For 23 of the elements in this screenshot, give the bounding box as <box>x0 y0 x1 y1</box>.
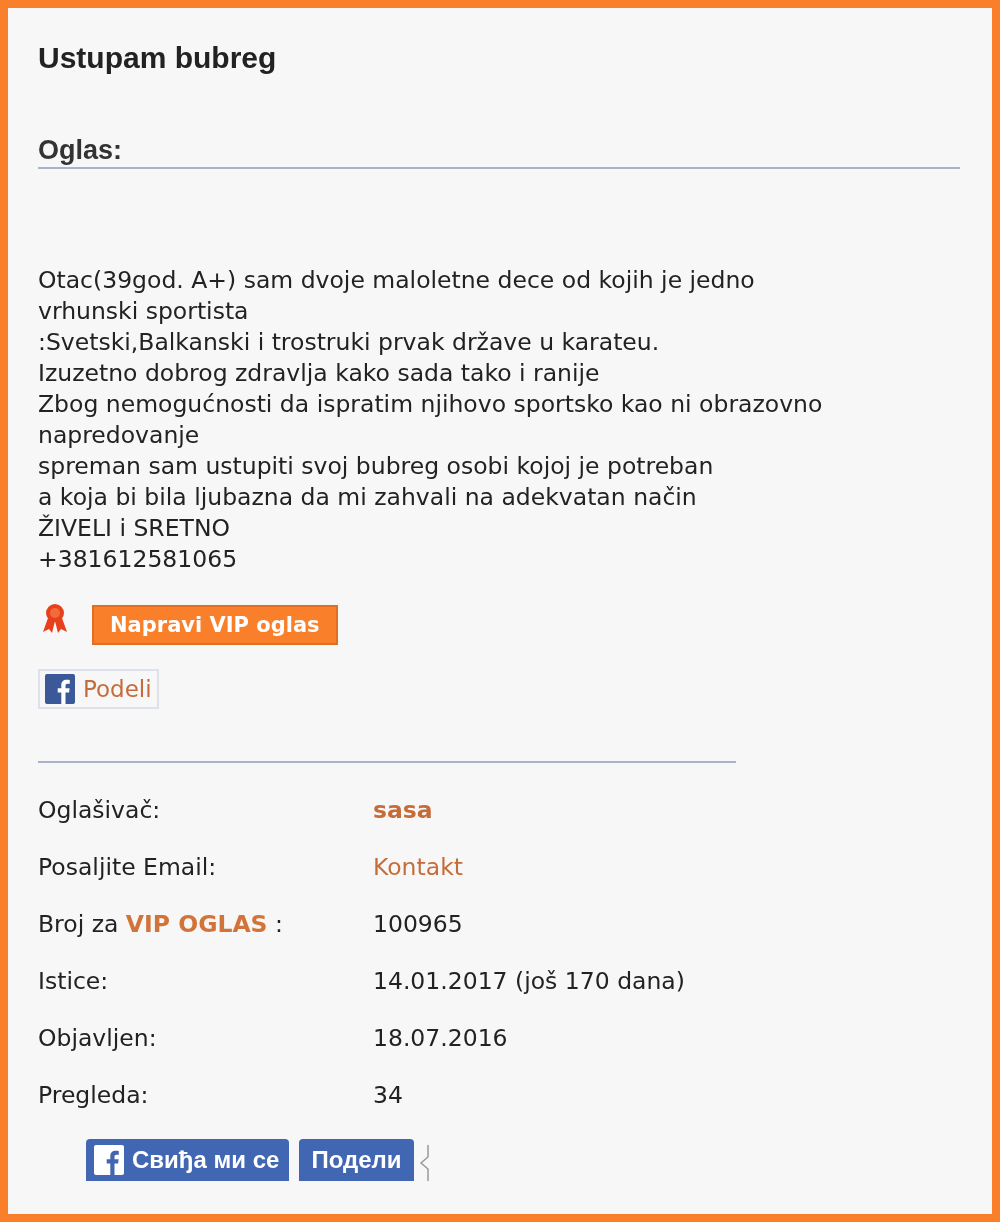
detail-value: 34 <box>373 1080 404 1109</box>
share-button[interactable]: Подели <box>299 1139 414 1181</box>
award-ribbon-icon <box>40 602 70 634</box>
contact-link[interactable]: Kontakt <box>373 852 962 881</box>
detail-label: Istice: <box>38 966 110 995</box>
advertiser-link[interactable]: sasa <box>373 795 962 824</box>
detail-label: Posaljite Email: <box>38 852 218 881</box>
detail-value: 100965 <box>373 909 464 938</box>
detail-label: Objavljen: <box>38 1023 158 1052</box>
detail-label: Oglašivač: <box>38 795 162 824</box>
detail-value: 14.01.2017 (još 170 dana) <box>373 966 686 995</box>
facebook-icon <box>94 1145 124 1175</box>
detail-label: Pregleda: <box>38 1080 150 1109</box>
ad-title: Ustupam bubreg <box>38 40 278 76</box>
count-bubble-icon <box>417 1143 430 1181</box>
vip-ad-button[interactable]: Napravi VIP oglas <box>92 605 338 645</box>
share-button[interactable]: Podeli <box>38 669 159 709</box>
like-button[interactable]: Свиђа ми се <box>86 1139 290 1181</box>
detail-value: 18.07.2016 <box>373 1023 509 1052</box>
facebook-icon <box>45 674 75 704</box>
section-heading: Oglas: <box>38 133 960 169</box>
detail-label: Broj za VIP OGLAS : <box>38 909 284 938</box>
ad-description: Otac(39god. A+) sam dvoje maloletne dece od kojih je jedno vrhunski sportista :Svetski,Balkanski i trostruki prvak države u karateu. Izuzetno dobrog zdravlja kako sada tako i ranije Zbog nemogućnosti da ispratim njihovo sportsko kao ni obrazovno napredovanje spreman sam ustupiti svoj bubreg osobi kojoj je potreban a koja bi bila ljubazna da mi zahvali na adekvatan način ŽIVELI i SRETNO +381612581065 <box>38 265 824 575</box>
